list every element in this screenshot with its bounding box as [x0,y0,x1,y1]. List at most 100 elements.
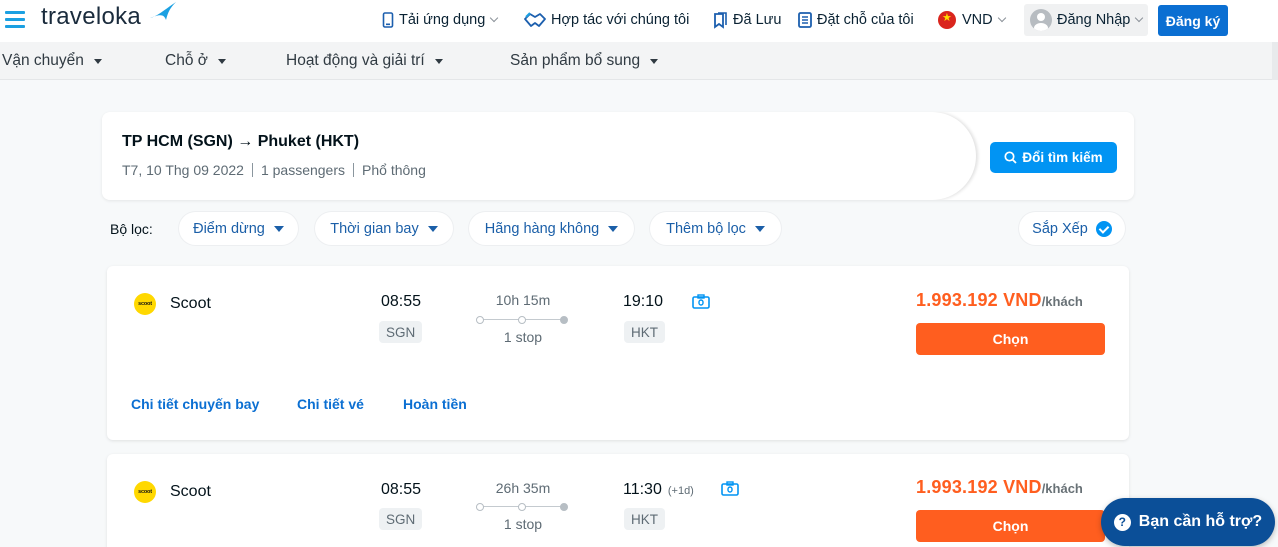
currency-label: VND [962,12,993,28]
chevron-down-icon [490,13,499,23]
flight-duration: 10h 15m [495,292,551,308]
logo-bird-icon [150,2,176,20]
question-icon: ? [1113,513,1131,531]
change-search-button[interactable]: Đổi tìm kiếm [990,142,1117,173]
login-label: Đăng Nhập [1057,12,1131,28]
search-summary-card: TP HCM (SGN) → Phuket (HKT) T7, 10 Thg 0… [102,112,1134,200]
depart-airport: SGN [379,321,423,343]
filter-stops[interactable]: Điểm dừng [179,212,298,245]
nav-download-app-label: Tải ứng dụng [399,12,486,28]
filter-chip-label: Điểm dừng [193,220,265,237]
choose-flight-button[interactable]: Chọn [916,510,1105,542]
arrive-time-value: 11:30 [623,481,662,498]
route-title: TP HCM (SGN) → Phuket (HKT) [122,133,360,150]
price-value: 1.993.192 VND [916,290,1042,310]
help-label: Bạn cần hỗ trợ? [1138,513,1263,530]
filter-chip-label: Thời gian bay [330,220,419,237]
flight-stops: 1 stop [503,516,543,532]
booking-list-icon [798,12,812,28]
subnav-item-label: Vận chuyển [2,52,84,69]
phone-icon [382,12,394,28]
chevron-down-icon [1135,13,1144,23]
flight-price: 1.993.192 VND/khách [916,477,1083,498]
arrive-time: 19:10 [623,293,669,311]
traveloka-logo[interactable]: traveloka [41,3,141,31]
filter-more[interactable]: Thêm bộ lọc [650,212,781,245]
baggage-icon[interactable] [692,294,710,310]
scoot-logo: scoot [134,481,156,503]
sort-label: Sắp Xếp [1032,220,1088,237]
change-search-label: Đổi tìm kiếm [1022,150,1103,165]
scoot-logo: scoot [134,293,156,315]
nav-partner[interactable]: Hợp tác với chúng tôi [524,0,689,40]
flight-stops: 1 stop [503,329,543,345]
refund-link[interactable]: Hoàn tiền [403,396,467,412]
search-meta: T7, 10 Thg 09 2022 1 passengers Phổ thôn… [122,162,426,178]
hamburger-menu-icon[interactable] [5,11,25,28]
subnav-item-label: Hoạt động và giải trí [286,52,425,69]
register-button[interactable]: Đăng ký [1158,5,1228,36]
arrive-airport: HKT [624,508,665,530]
airline-name: Scoot [170,295,211,312]
subnav-item-addons[interactable]: Sản phẩm bổ sung [510,52,659,70]
caret-down-icon [217,58,226,64]
nav-saved[interactable]: Đã Lưu [713,0,781,40]
filter-flight-time[interactable]: Thời gian bay [315,212,453,245]
handshake-icon [524,12,546,27]
flight-price: 1.993.192 VND/khách [916,290,1083,311]
caret-down-icon [93,58,102,64]
flight-duration: 26h 35m [495,480,551,496]
caret-down-icon [608,225,619,232]
caret-down-icon [427,225,438,232]
divider [251,163,253,177]
arrive-day-offset: (+1d) [667,485,694,497]
nav-download-app[interactable]: Tải ứng dụng [382,0,499,40]
search-cabin: Phổ thông [362,162,426,178]
choose-flight-button[interactable]: Chọn [916,323,1105,355]
nav-saved-label: Đã Lưu [733,12,782,28]
caret-down-icon [273,225,284,232]
subnav-item-label: Chỗ ở [165,52,208,69]
subnav-item-label: Sản phẩm bổ sung [510,52,641,69]
subnav-item-transport[interactable]: Vận chuyển [2,52,102,70]
nav-my-bookings[interactable]: Đặt chỗ của tôi [798,0,914,40]
subnav-item-activities[interactable]: Hoạt động và giải trí [286,52,443,70]
divider [353,163,355,177]
ticket-details-link[interactable]: Chi tiết vé [297,396,364,412]
price-value: 1.993.192 VND [916,477,1042,497]
price-per-pax: /khách [1041,481,1083,496]
filter-chip-label: Thêm bộ lọc [666,220,746,237]
filter-chip-label: Hãng hàng không [484,220,600,237]
sort-button[interactable]: Sắp Xếp [1019,212,1125,245]
check-circle-icon [1095,220,1112,237]
scrollbar[interactable] [1272,42,1278,80]
nav-my-bookings-label: Đặt chỗ của tôi [817,12,914,28]
baggage-icon[interactable] [721,481,739,497]
route-line [476,502,568,512]
subnav-item-accommodation[interactable]: Chỗ ở [165,52,226,70]
top-header: traveloka Tải ứng dụng Hợp tác với chúng… [0,0,1278,42]
flight-card[interactable]: scoot Scoot 08:55 SGN 26h 35m 1 stop 11:… [107,454,1129,547]
arrive-time: 11:30 (+1d) [623,481,694,499]
filter-label: Bộ lọc: [110,221,153,237]
search-passengers: 1 passengers [260,162,346,178]
depart-time: 08:55 [381,481,422,498]
arrive-airport: HKT [624,321,665,343]
route-line [476,315,568,325]
caret-down-icon [754,225,765,232]
caret-down-icon [434,58,443,64]
currency-selector[interactable]: VND [938,0,1006,40]
flight-details-link[interactable]: Chi tiết chuyến bay [131,396,259,412]
depart-airport: SGN [379,508,423,530]
nav-partner-label: Hợp tác với chúng tôi [551,12,690,28]
avatar-icon [1030,9,1052,31]
chevron-down-icon [997,13,1006,23]
search-date: T7, 10 Thg 09 2022 [122,162,244,178]
filter-airline[interactable]: Hãng hàng không [469,212,634,245]
login-button[interactable]: Đăng Nhập [1024,4,1148,36]
help-button[interactable]: ? Bạn cần hỗ trợ? [1101,498,1275,546]
search-icon [1004,151,1017,164]
flight-card[interactable]: scoot Scoot 08:55 SGN 10h 15m 1 stop 19:… [107,266,1129,440]
search-summary[interactable]: TP HCM (SGN) → Phuket (HKT) T7, 10 Thg 0… [102,112,976,200]
category-nav: Vận chuyển Chỗ ở Hoạt động và giải trí S… [0,42,1278,80]
